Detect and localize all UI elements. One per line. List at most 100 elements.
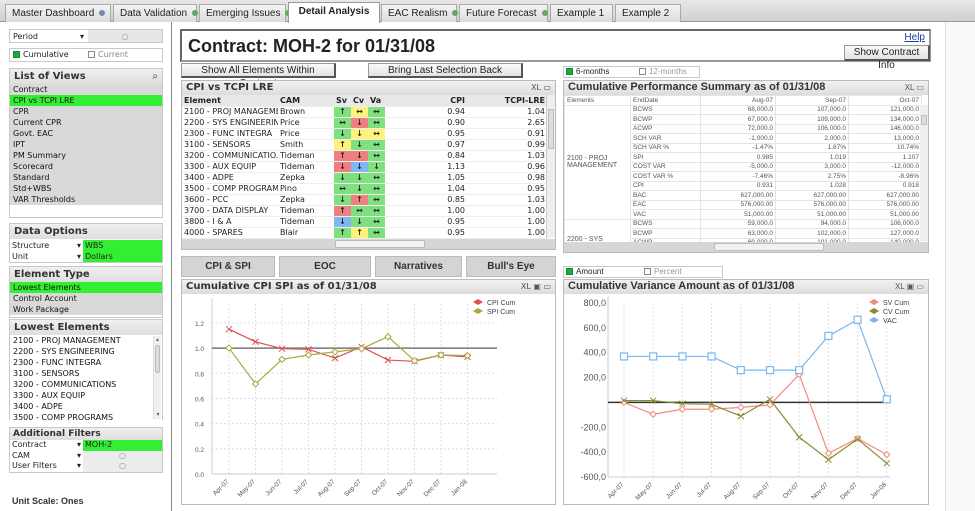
table-row[interactable]: 2300 - FUNC INTEGRA Price ↓ ↓ ↔ 0.95 0.91 [182, 128, 547, 140]
nav-button-bull-s-eye[interactable]: Bull's Eye [466, 256, 556, 277]
12-months-checkbox[interactable]: 12-months [639, 67, 699, 77]
cpi-table-hscrollbar[interactable] [182, 239, 555, 249]
contract-filter-value[interactable]: MOH-2 [83, 440, 162, 451]
period-selector[interactable]: Period ▾ ○ [9, 29, 163, 43]
table-row[interactable]: 3800 - I & A Tideman ↓ ↓ ↔ 0.95 1.00 [182, 216, 547, 228]
current-checkbox[interactable]: Current [88, 49, 162, 61]
table-row[interactable]: 2100 - PROJ MANAGEME...Brown↑↔↔0.941.04 [182, 106, 547, 118]
lowest-element-item[interactable]: 2100 - PROJ MANAGEMENT [10, 335, 162, 346]
scroll-thumb[interactable] [921, 115, 927, 125]
column-header[interactable]: Sv [334, 95, 351, 107]
column-header[interactable]: Aug-07 [700, 95, 776, 106]
cam-filter-row[interactable]: CAM ▾ ○ [10, 450, 162, 461]
percent-checkbox[interactable]: Percent [644, 267, 722, 277]
scroll-thumb[interactable] [548, 109, 554, 149]
element-type-item[interactable]: Work Package [10, 304, 162, 315]
column-header[interactable]: Sep-07 [775, 95, 849, 106]
bring-last-selection-back-button[interactable]: Bring Last Selection Back [368, 63, 523, 78]
tab-detail-analysis[interactable]: Detail Analysis [288, 2, 380, 23]
cam-clear-icon[interactable]: ○ [83, 450, 162, 461]
nav-button-narratives[interactable]: Narratives [375, 256, 462, 277]
table-row[interactable]: 3100 - SENSORS Smith ↑ ↓ ↔ 0.97 0.99 [182, 139, 547, 151]
lowest-element-item[interactable]: 3100 - SENSORS [10, 368, 162, 379]
view-item[interactable]: Standard [10, 172, 162, 183]
nav-button-cpi-spi[interactable]: CPI & SPI [181, 256, 275, 277]
column-header[interactable]: TCPI-LRE [467, 95, 547, 107]
dropdown-arrow-icon[interactable]: ▾ [77, 251, 81, 262]
table-row[interactable]: 3700 - DATA DISPLAY Tideman ↑ ↔ ↔ 1.00 1.00 [182, 205, 547, 217]
excel-export-icon[interactable]: XL ▣ ▭ [521, 282, 551, 291]
unit-value[interactable]: Dollars [83, 251, 162, 262]
view-item[interactable]: PM Summary [10, 150, 162, 161]
user-filters-clear-icon[interactable]: ○ [83, 461, 162, 472]
column-header[interactable]: Cv [351, 95, 368, 107]
lowest-element-item[interactable]: 3400 - ADPE [10, 401, 162, 412]
table-row[interactable]: 3300 - AUX EQUIP Tideman ↓ ↓ ↓ 1.13 0.96 [182, 161, 547, 173]
amount-checkbox[interactable]: Amount [564, 267, 644, 277]
column-header[interactable]: Va [368, 95, 385, 107]
excel-export-icon[interactable]: XL ▭ [905, 83, 924, 92]
table-row[interactable]: 2100 - PROJ MANAGEMENT BCWS 68,000.0 107,00… [564, 104, 922, 220]
scroll-thumb[interactable] [714, 243, 824, 251]
tab-emerging-issues[interactable]: Emerging Issues [199, 4, 292, 22]
nav-button-eoc[interactable]: EOC [279, 256, 371, 277]
scroll-down-icon[interactable]: ▾ [154, 411, 162, 419]
table-row[interactable]: 3600 - PCC Zepka ↓ ↑ ↔ 0.85 1.03 [182, 194, 547, 206]
table-row[interactable]: 3500 - COMP PROGRAMS Pino ↔ ↓ ↔ 1.04 0.95 [182, 183, 547, 195]
help-link[interactable]: Help [904, 32, 925, 43]
perf-table-hscrollbar[interactable] [564, 242, 928, 252]
element-type-item[interactable]: Control Account [10, 293, 162, 304]
view-item[interactable]: Govt. EAC [10, 128, 162, 139]
view-item[interactable]: IPT [10, 139, 162, 150]
column-header[interactable]: Elements [564, 95, 631, 106]
tab-future-forecast[interactable]: Future Forecast [459, 4, 548, 22]
table-row[interactable]: 3400 - ADPE Zepka ↓ ↓ ↔ 1.05 0.98 [182, 172, 547, 184]
show-contract-info-button[interactable]: Show Contract Info [844, 45, 930, 71]
dropdown-arrow-icon[interactable]: ▾ [80, 32, 84, 41]
column-header[interactable]: Element [182, 95, 278, 107]
table-row[interactable]: 3200 - COMMUNICATIO... Tideman ↑ ↓ ↔ 0.84 1.03 [182, 150, 547, 162]
user-filters-row[interactable]: User Filters ▾ ○ [10, 461, 162, 472]
tab-data-validation[interactable]: Data Validation [113, 4, 199, 22]
perf-table-vscrollbar[interactable] [920, 105, 928, 241]
dropdown-arrow-icon[interactable]: ▾ [77, 461, 81, 471]
view-item[interactable]: Scorecard [10, 161, 162, 172]
table-row[interactable]: 4000 - SPARES Blair ↑ ↑ ↔ 0.95 1.00 [182, 227, 547, 239]
structure-value[interactable]: WBS [83, 240, 162, 251]
cpi-table-vscrollbar[interactable] [546, 95, 555, 238]
show-all-elements-button[interactable]: Show All Elements Within Contract [181, 63, 336, 89]
column-header[interactable]: EndDate [630, 95, 701, 106]
lowest-element-item[interactable]: 3300 - AUX EQUIP [10, 390, 162, 401]
table-row[interactable]: 2200 - SYS ENGINEERING Price ↔ ↓ ↔ 0.90 2.65 [182, 117, 547, 129]
lowest-elements-scrollbar[interactable]: ▴ ▾ [153, 336, 161, 419]
structure-row[interactable]: Structure ▾ WBS [10, 240, 162, 251]
view-item[interactable]: Contract [10, 84, 162, 95]
excel-export-icon[interactable]: XL ▭ [531, 83, 551, 92]
column-header[interactable]: Oct-07 [848, 95, 922, 106]
element-type-item[interactable]: Lowest Elements [10, 282, 162, 293]
excel-export-icon[interactable]: XL ▣ ▭ [895, 282, 924, 291]
column-header[interactable]: CPI [385, 95, 467, 107]
dropdown-arrow-icon[interactable]: ▾ [77, 440, 81, 450]
contract-filter-row[interactable]: Contract ▾ MOH-2 [10, 440, 162, 451]
dropdown-arrow-icon[interactable]: ▾ [77, 240, 81, 251]
view-item[interactable]: CPR [10, 106, 162, 117]
view-item[interactable]: Std+WBS [10, 183, 162, 194]
dropdown-arrow-icon[interactable]: ▾ [77, 451, 81, 461]
tab-master-dashboard[interactable]: Master Dashboard [5, 4, 111, 22]
tab-eac-realism[interactable]: EAC Realism [381, 4, 459, 22]
table-row[interactable]: 2200 - SYS ENGINEERINGBCWS59,000.094,000… [564, 218, 922, 252]
scroll-up-icon[interactable]: ▴ [154, 336, 161, 344]
period-clear-icon[interactable]: ○ [88, 30, 162, 42]
view-item[interactable]: CPI vs TCPI LRE [10, 95, 162, 106]
column-header[interactable]: CAM [278, 95, 334, 107]
tab-example-1[interactable]: Example 1 [550, 4, 613, 22]
lowest-element-item[interactable]: 2300 - FUNC INTEGRA [10, 357, 162, 368]
search-icon[interactable]: ⌕ [152, 71, 158, 82]
cumulative-checkbox[interactable]: Cumulative [10, 49, 88, 61]
unit-row[interactable]: Unit ▾ Dollars [10, 251, 162, 262]
6-months-checkbox[interactable]: 6-months [564, 67, 639, 77]
scroll-thumb[interactable] [335, 240, 425, 248]
view-item[interactable]: Current CPR [10, 117, 162, 128]
scroll-thumb[interactable] [155, 345, 160, 373]
